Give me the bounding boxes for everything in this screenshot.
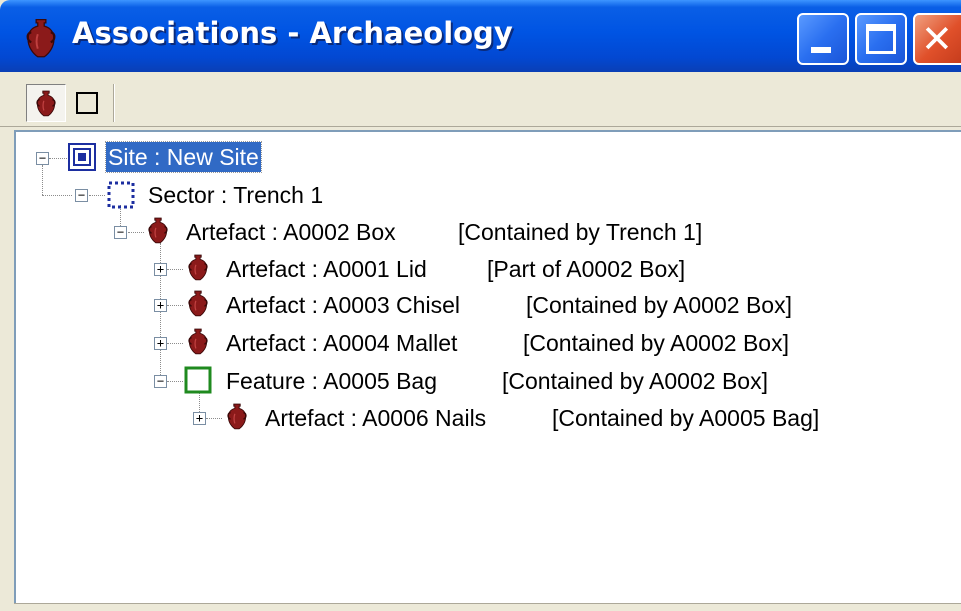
close-icon: ✕ xyxy=(921,17,953,61)
tree-node-label[interactable]: Feature : A0005 Bag xyxy=(226,366,437,396)
associations-window: Associations - Archaeology ✕ − Site : Ne… xyxy=(0,0,961,611)
expand-toggle[interactable]: + xyxy=(193,412,206,425)
tree-line xyxy=(167,269,183,270)
tree-node-label[interactable]: Artefact : A0006 Nails xyxy=(265,403,486,433)
tree-line xyxy=(206,418,222,419)
title-bar[interactable]: Associations - Archaeology ✕ xyxy=(0,0,961,72)
sector-icon xyxy=(107,181,135,209)
amphora-icon xyxy=(187,254,209,282)
amphora-icon xyxy=(35,90,57,118)
tree-line xyxy=(128,232,144,233)
tree-line xyxy=(167,305,183,306)
close-button[interactable]: ✕ xyxy=(913,13,961,65)
feature-view-button[interactable] xyxy=(68,84,108,122)
site-icon xyxy=(68,143,96,171)
minimize-icon xyxy=(811,47,831,53)
toolbar-separator xyxy=(113,84,115,122)
tree-line xyxy=(42,195,72,196)
amphora-icon xyxy=(187,290,209,318)
tree-node-relation: [Contained by A0002 Box] xyxy=(523,330,789,356)
tree-line xyxy=(160,243,161,343)
toolbar xyxy=(0,72,961,127)
tree-line xyxy=(49,158,67,159)
amphora-icon xyxy=(226,403,248,431)
window-title: Associations - Archaeology xyxy=(72,16,513,50)
collapse-toggle[interactable]: − xyxy=(75,189,88,202)
tree-node-relation: [Part of A0002 Box] xyxy=(487,256,686,282)
tree-node-relation: [Contained by A0005 Bag] xyxy=(552,405,820,431)
maximize-button[interactable] xyxy=(855,13,907,65)
maximize-icon xyxy=(866,24,896,54)
expand-toggle[interactable]: + xyxy=(154,299,167,312)
amphora-icon xyxy=(24,18,58,60)
minimize-button[interactable] xyxy=(797,13,849,65)
collapse-toggle[interactable]: − xyxy=(114,226,127,239)
tree-node-relation: [Contained by A0002 Box] xyxy=(526,292,792,318)
status-strip xyxy=(14,603,961,611)
tree-node-relation: [Contained by A0002 Box] xyxy=(502,368,768,394)
tree-node-label[interactable]: Artefact : A0003 Chisel xyxy=(226,290,460,320)
artefact-view-button[interactable] xyxy=(26,84,66,122)
tree-node-relation: [Contained by Trench 1] xyxy=(458,219,703,245)
tree-node-label[interactable]: Artefact : A0001 Lid xyxy=(226,254,427,284)
tree-node-label[interactable]: Artefact : A0004 Mallet xyxy=(226,328,457,358)
expand-toggle[interactable]: + xyxy=(154,263,167,276)
expand-toggle[interactable]: + xyxy=(154,337,167,350)
amphora-icon xyxy=(187,328,209,356)
feature-icon xyxy=(184,366,212,394)
collapse-toggle[interactable]: − xyxy=(154,375,167,388)
amphora-icon xyxy=(147,217,169,245)
tree-line xyxy=(167,343,183,344)
tree-node-label[interactable]: Sector : Trench 1 xyxy=(148,180,323,210)
tree-node-label[interactable]: Artefact : A0002 Box xyxy=(186,217,396,247)
tree-line xyxy=(89,195,105,196)
tree-line xyxy=(167,381,183,382)
square-icon xyxy=(76,92,98,114)
tree-node-label[interactable]: Site : New Site xyxy=(105,141,262,173)
collapse-toggle[interactable]: − xyxy=(36,152,49,165)
tree-line xyxy=(42,165,43,195)
